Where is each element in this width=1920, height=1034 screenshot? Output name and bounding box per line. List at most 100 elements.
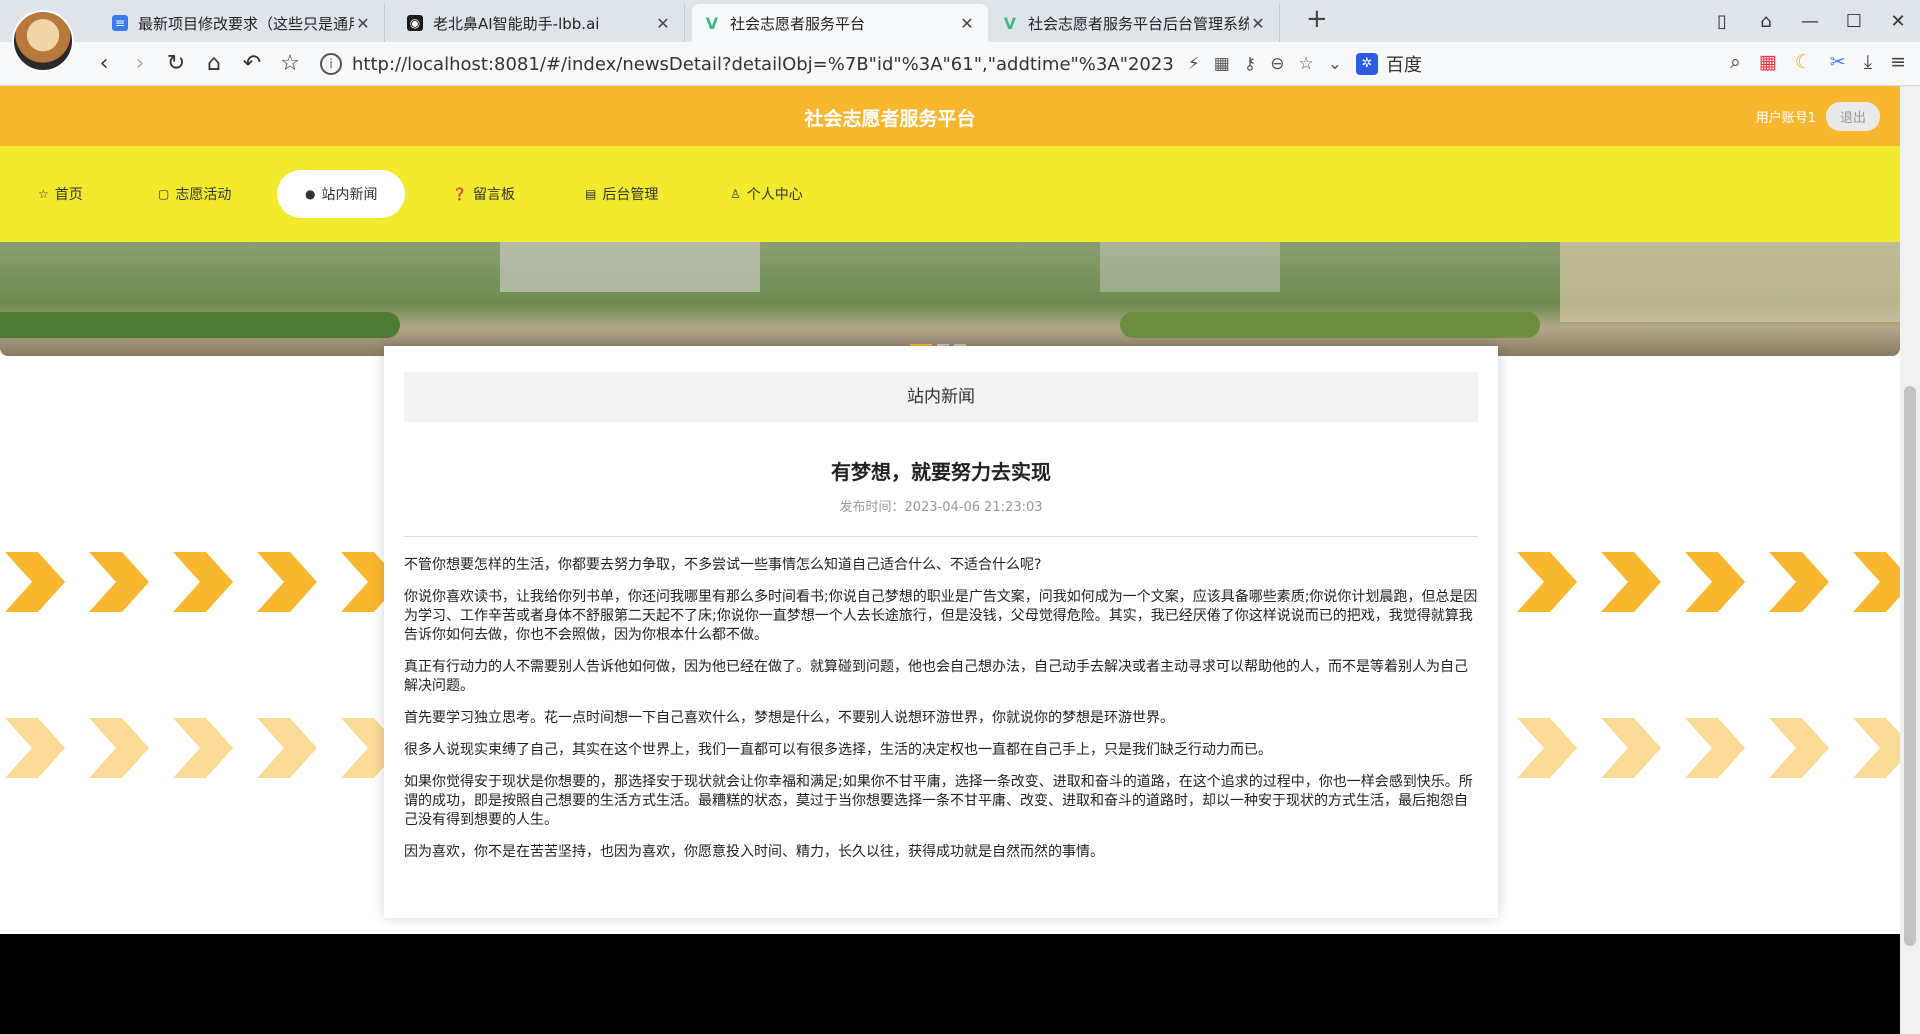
question-icon: ❓ (452, 187, 467, 201)
article-paragraph: 真正有行动力的人不需要别人告诉他如何做，因为他已经在做了。就算碰到问题，他也会自… (404, 659, 1468, 694)
download-icon[interactable]: ⤓ (1864, 51, 1872, 73)
lightning-icon[interactable]: ⚡ (1188, 54, 1200, 74)
undo-icon[interactable]: ↶ (238, 51, 266, 77)
menu-icon[interactable]: ≡ (1890, 51, 1906, 73)
info-icon: ● (305, 187, 316, 201)
chevron-shape (1853, 552, 1900, 612)
nav-item-admin[interactable]: ▤ 后台管理 (557, 170, 686, 218)
nav-item-home[interactable]: ☆ 首页 (10, 170, 111, 218)
close-window-button[interactable]: ✕ (1876, 11, 1920, 32)
scissors-icon[interactable]: ✂ (1830, 51, 1846, 73)
close-icon[interactable]: ✕ (654, 14, 672, 33)
nav-label: 留言板 (472, 187, 515, 203)
browser-tab[interactable]: V 社会志愿者服务平台后台管理系统 ✕ (990, 4, 1280, 42)
search-icon[interactable]: ⌕ (1730, 51, 1741, 73)
chevron-shape (1685, 552, 1745, 612)
user-account-label[interactable]: 用户账号1 (1756, 107, 1816, 126)
site-header: 社会志愿者服务平台 用户账号1 退出 (0, 86, 1900, 146)
chevron-shape (1853, 718, 1900, 778)
chevron-shape (1517, 552, 1577, 612)
vue-icon: V (1003, 13, 1017, 33)
chevron-shape (1769, 718, 1829, 778)
banner-carousel[interactable] (0, 242, 1900, 356)
close-icon[interactable]: ✕ (354, 14, 372, 33)
article-title: 有梦想，就要努力去实现 (831, 460, 1051, 484)
zoom-icon[interactable]: ⊖ (1270, 54, 1284, 74)
browser-tab[interactable]: ◉ 老北鼻AI智能助手-lbb.ai ✕ (395, 4, 685, 42)
close-icon[interactable]: ✕ (958, 14, 976, 33)
page-scrollbar[interactable] (1900, 86, 1920, 1034)
nav-item-news[interactable]: ● 站内新闻 (277, 170, 406, 218)
nav-label: 志愿活动 (175, 187, 232, 203)
user-area: 用户账号1 退出 (1756, 102, 1880, 131)
bookmark-star-icon[interactable]: ☆ (276, 51, 304, 77)
site-title: 社会志愿者服务平台 (804, 108, 976, 130)
nav-label: 后台管理 (602, 187, 659, 203)
chevron-shape (89, 718, 149, 778)
chevron-down-icon[interactable]: ⌄ (1328, 54, 1342, 74)
home-icon[interactable]: ⌂ (200, 51, 228, 77)
search-engine[interactable]: ✲ 百度 (1356, 51, 1422, 77)
window-controls: ▯ ⌂ — ☐ ✕ (1700, 0, 1920, 42)
chevron-shape (173, 718, 233, 778)
back-icon[interactable]: ‹ (90, 51, 118, 77)
tab-title: 老北鼻AI智能助手-lbb.ai (433, 14, 600, 33)
browser-tab[interactable]: ≡ 最新项目修改要求（这些只是通用 ✕ (100, 4, 385, 42)
sidebar-toggle-icon[interactable]: ▯ (1700, 11, 1744, 32)
scrollbar-thumb[interactable] (1904, 386, 1916, 946)
close-icon[interactable]: ✕ (1249, 14, 1267, 33)
nav-label: 个人中心 (746, 187, 803, 203)
profile-avatar[interactable] (12, 10, 74, 72)
moon-icon[interactable]: ☾ (1795, 51, 1812, 73)
tab-title: 社会志愿者服务平台后台管理系统 (1028, 14, 1249, 33)
banner-building (1100, 242, 1280, 292)
apps-icon[interactable]: ▦ (1759, 51, 1777, 73)
vue-icon: V (705, 13, 719, 33)
article-time: 发布时间：2023-04-06 21:23:03 (839, 500, 1043, 515)
chevron-shape (173, 552, 233, 612)
article-body: 不管你想要怎样的生活，你都要去努力争取，不多尝试一些事情怎么知道自己适合什么、不… (404, 556, 1478, 875)
key-icon[interactable]: ⚷ (1244, 54, 1256, 74)
bottom-area (0, 934, 1900, 1034)
ai-icon: ◉ (407, 15, 423, 31)
forward-icon[interactable]: › (126, 51, 154, 77)
new-tab-button[interactable]: + (1306, 4, 1328, 34)
browser-tab-bar: ≡ 最新项目修改要求（这些只是通用 ✕ ◉ 老北鼻AI智能助手-lbb.ai ✕… (0, 0, 1920, 42)
calendar-icon: ▤ (585, 187, 597, 201)
browser-toolbar: ‹ › ↻ ⌂ ↶ ☆ i http://localhost:8081/#/in… (0, 42, 1920, 86)
nav-item-activities[interactable]: ▢ 志愿活动 (130, 170, 259, 218)
address-bar[interactable]: i http://localhost:8081/#/index/newsDeta… (320, 48, 1342, 80)
star-icon: ☆ (38, 187, 49, 201)
banner-hedge (0, 312, 400, 338)
nav-label: 站内新闻 (321, 187, 378, 203)
chevron-shape (1601, 718, 1661, 778)
url-text[interactable]: http://localhost:8081/#/index/newsDetail… (352, 54, 1174, 75)
minimize-button[interactable]: — (1788, 11, 1832, 32)
article-paragraph: 很多人说现实束缚了自己，其实在这个世界上，我们一直都可以有很多选择，生活的决定权… (404, 742, 1272, 758)
article-paragraph: 首先要学习独立思考。花一点时间想一下自己喜欢什么，梦想是什么，不要别人说想环游世… (404, 710, 1174, 726)
article-paragraph: 如果你觉得安于现状是你想要的，那选择安于现状就会让你幸福和满足;如果你不甘平庸，… (404, 774, 1473, 828)
baidu-icon: ✲ (1356, 53, 1378, 75)
pin-icon[interactable]: ⌂ (1744, 11, 1788, 32)
favorite-icon[interactable]: ☆ (1299, 54, 1314, 74)
maximize-button[interactable]: ☐ (1832, 11, 1876, 32)
nav-item-profile[interactable]: ♙ 个人中心 (702, 170, 831, 218)
chevron-shape (1601, 552, 1661, 612)
reload-icon[interactable]: ↻ (162, 51, 190, 77)
chevron-shape (1769, 552, 1829, 612)
chevron-shape (5, 718, 65, 778)
article-paragraph: 因为喜欢，你不是在苦苦坚持，也因为喜欢，你愿意投入时间、精力，长久以往，获得成功… (404, 844, 1104, 860)
site-info-icon[interactable]: i (320, 53, 342, 75)
tab-title: 最新项目修改要求（这些只是通用 (138, 14, 354, 33)
banner-hedge (1120, 312, 1540, 338)
logout-button[interactable]: 退出 (1825, 102, 1880, 131)
divider (404, 536, 1478, 537)
chevron-shape (257, 552, 317, 612)
article-paragraph: 不管你想要怎样的生活，你都要去努力争取，不多尝试一些事情怎么知道自己适合什么、不… (404, 557, 1042, 573)
grid-icon[interactable]: ▦ (1214, 54, 1230, 74)
web-page: 社会志愿者服务平台 用户账号1 退出 ☆ 首页 ▢ 志愿活动 ● 站内新闻 ❓ … (0, 86, 1900, 934)
browser-tab-active[interactable]: V 社会志愿者服务平台 ✕ (692, 4, 988, 42)
news-detail-card: 站内新闻 有梦想，就要努力去实现 发布时间：2023-04-06 21:23:0… (384, 346, 1498, 918)
nav-item-messageboard[interactable]: ❓ 留言板 (424, 170, 543, 218)
chevron-shape (1517, 718, 1577, 778)
